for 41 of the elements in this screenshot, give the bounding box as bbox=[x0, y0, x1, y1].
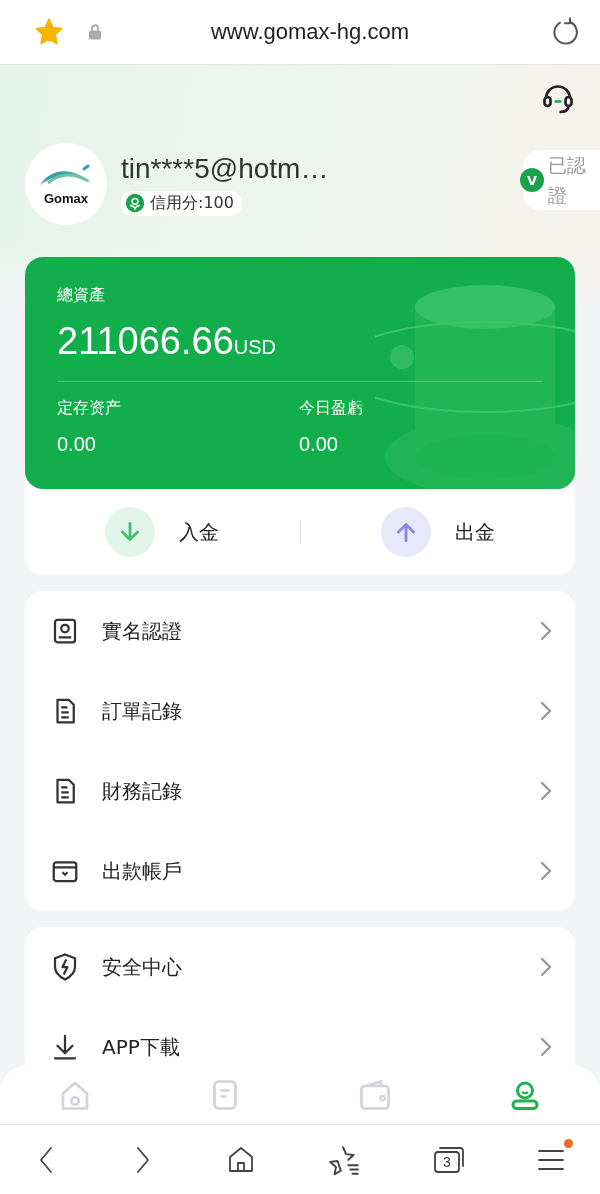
account-name: tin****5@hotm… bbox=[121, 152, 329, 185]
menu-label: APP下載 bbox=[102, 1033, 181, 1061]
verified-mark: V bbox=[520, 168, 544, 192]
menu-label: 財務記錄 bbox=[102, 777, 183, 805]
lock-icon bbox=[86, 22, 104, 42]
chevron-right-icon bbox=[539, 861, 553, 881]
star-icon[interactable] bbox=[34, 17, 64, 47]
stat-value: 0.00 bbox=[299, 433, 339, 456]
wallet-icon bbox=[357, 1077, 393, 1113]
menu-label: 安全中心 bbox=[102, 953, 183, 981]
menu-label: 訂單記錄 bbox=[102, 697, 183, 725]
verified-label: 已認證 bbox=[548, 153, 587, 208]
menu-button[interactable] bbox=[536, 1138, 573, 1173]
stat-label: 今日盈虧 bbox=[299, 398, 364, 419]
menu-item[interactable]: 出款帳戶 bbox=[25, 831, 575, 911]
logo-text: Gomax bbox=[43, 190, 89, 206]
asset-amount: 211066.66 bbox=[57, 320, 234, 363]
asset-title: 總資產 bbox=[57, 285, 106, 306]
stat-value: 0.00 bbox=[57, 433, 97, 456]
chevron-right-icon bbox=[539, 957, 553, 977]
credit-score: 信用分:100 bbox=[150, 192, 234, 214]
menu-label: 實名認證 bbox=[102, 617, 183, 645]
chevron-right-icon bbox=[539, 621, 553, 641]
chevron-right-icon bbox=[539, 1037, 553, 1057]
tabs-button[interactable]: 3 bbox=[431, 1144, 466, 1175]
menu-item[interactable]: 財務記錄 bbox=[25, 751, 575, 831]
currency: USD bbox=[233, 336, 277, 359]
menu-item[interactable]: APP下載 bbox=[25, 1007, 575, 1065]
tab-count: 3 bbox=[442, 1152, 452, 1172]
menu-item[interactable]: 安全中心 bbox=[25, 927, 575, 1007]
flower-icon bbox=[125, 193, 145, 213]
menu-label: 出款帳戶 bbox=[102, 857, 183, 885]
deposit-button[interactable]: 入金 bbox=[25, 507, 300, 557]
menu-item[interactable]: 實名認證 bbox=[25, 591, 575, 671]
chevron-right-icon bbox=[539, 701, 553, 721]
reload-icon[interactable] bbox=[550, 17, 580, 47]
stat-label: 定存资产 bbox=[57, 398, 122, 419]
chevron-right-icon bbox=[539, 781, 553, 801]
tabs-icon bbox=[431, 1144, 466, 1175]
withdraw-button[interactable]: 出金 bbox=[300, 507, 575, 557]
menu-item[interactable]: 訂單記錄 bbox=[25, 671, 575, 751]
